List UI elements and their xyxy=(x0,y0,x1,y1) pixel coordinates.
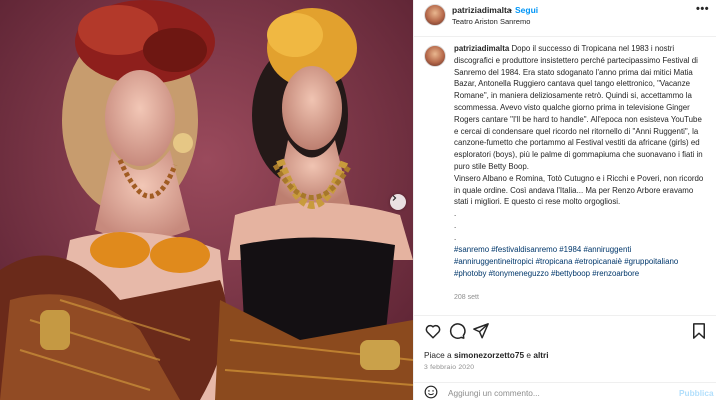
more-options-icon[interactable]: ••• xyxy=(696,3,709,15)
post-header: patriziadimalta • Segui Teatro Ariston S… xyxy=(414,0,716,37)
share-icon[interactable] xyxy=(472,322,490,340)
hashtag[interactable]: #etropicanaiè xyxy=(575,257,622,266)
hashtag[interactable]: #bettyboop xyxy=(551,269,590,278)
caption-username[interactable]: patriziadimalta xyxy=(454,44,509,53)
comment-input[interactable] xyxy=(448,388,668,398)
likes-joiner: e xyxy=(526,350,532,360)
caption-text: Dopo il successo di Tropicana nel 1983 i… xyxy=(454,44,704,242)
likes-others-link[interactable]: altri xyxy=(533,350,548,360)
hashtag[interactable]: #1984 xyxy=(559,245,581,254)
post-date: 3 febbraio 2020 xyxy=(424,364,475,371)
hashtag[interactable]: #anniruggentineitropici xyxy=(454,257,533,266)
header-username[interactable]: patriziadimalta xyxy=(452,5,512,15)
hashtag[interactable]: #tonymeneguzzo xyxy=(489,269,549,278)
avatar[interactable] xyxy=(424,4,446,26)
heart-icon[interactable] xyxy=(424,322,442,340)
bookmark-icon[interactable] xyxy=(690,322,708,340)
likes-prefix: Piace a xyxy=(424,350,452,360)
hashtag[interactable]: #anniruggenti xyxy=(583,245,631,254)
comment-icon[interactable] xyxy=(448,322,466,340)
publish-button[interactable]: Pubblica xyxy=(679,388,714,398)
post-side-panel: patriziadimalta • Segui Teatro Ariston S… xyxy=(413,0,716,400)
follow-button[interactable]: Segui xyxy=(515,5,538,15)
post-photo xyxy=(0,0,413,400)
photo-illustration xyxy=(0,0,413,400)
hashtag[interactable]: #photoby xyxy=(454,269,486,278)
likes-user-link[interactable]: simonezorzetto75 xyxy=(454,350,524,360)
hashtag[interactable]: #festivaldisanremo xyxy=(491,245,557,254)
hashtag[interactable]: #sanremo xyxy=(454,245,489,254)
hashtag[interactable]: #gruppoitaliano xyxy=(624,257,678,266)
post-age: 208 sett xyxy=(454,294,479,301)
post-caption: patriziadimalta Dopo il successo di Trop… xyxy=(454,43,704,244)
hashtag[interactable]: #renzoarbore xyxy=(592,269,639,278)
chevron-right-icon xyxy=(392,195,397,201)
hashtags: #sanremo #festivaldisanremo #1984 #annir… xyxy=(454,244,709,279)
caption-avatar[interactable] xyxy=(424,45,446,67)
emoji-icon[interactable] xyxy=(424,385,438,399)
header-separator: • xyxy=(509,5,512,15)
hashtag[interactable]: #tropicana xyxy=(536,257,573,266)
location-link[interactable]: Teatro Ariston Sanremo xyxy=(452,17,530,26)
next-photo-button[interactable] xyxy=(390,194,406,210)
actions-divider xyxy=(414,315,716,317)
likes-summary: Piace a simonezorzetto75 e altri xyxy=(424,350,549,360)
